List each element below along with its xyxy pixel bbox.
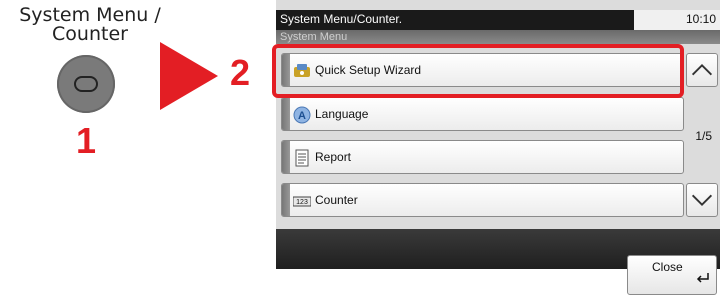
scroll-down-button[interactable] [686,183,718,217]
key-symbol-icon [74,76,98,92]
system-menu-hardware-key[interactable] [57,55,115,113]
close-button[interactable]: Close [627,255,717,295]
svg-text:A: A [298,110,306,122]
status-bar: System Menu/Counter. 10:10 [276,10,720,30]
menu-item-label: Language [315,107,369,121]
language-icon: A [293,106,311,124]
counter-icon: 123 [293,196,311,207]
step-number-1: 1 [76,120,97,161]
menu-item-label: Counter [315,193,358,207]
page-indicator: 1/5 [695,129,712,143]
screen-title: System Menu/Counter. [280,12,403,26]
item-grip [282,141,290,173]
clock: 10:10 [685,12,716,26]
bottom-bar: Close [276,229,720,295]
system-menu-key-label: System Menu / Counter [10,6,170,44]
breadcrumb: System Menu [280,31,348,43]
menu-item-counter[interactable]: 123 Counter [281,183,684,217]
item-grip [282,184,290,216]
report-icon [295,149,309,167]
enter-icon [696,273,709,283]
key-label-line-2: Counter [52,23,128,45]
close-button-label: Close [652,260,683,274]
scroll-up-button[interactable] [686,53,718,87]
chevron-up-icon [691,63,713,76]
menu-item-label: Report [315,150,352,164]
step-number-2: 2 [230,52,251,93]
menu-item-report[interactable]: Report [281,140,684,174]
selection-highlight [272,44,684,98]
subtitle-bar: System Menu [276,30,720,44]
device-panel: System Menu/Counter. 10:10 System Menu Q… [276,0,720,295]
arrow-right-icon [160,42,218,110]
menu-item-language[interactable]: A Language [281,97,684,131]
item-grip [282,98,290,130]
svg-text:123: 123 [296,199,308,206]
clock-area: 10:10 [634,10,720,30]
chevron-down-icon [691,194,713,207]
